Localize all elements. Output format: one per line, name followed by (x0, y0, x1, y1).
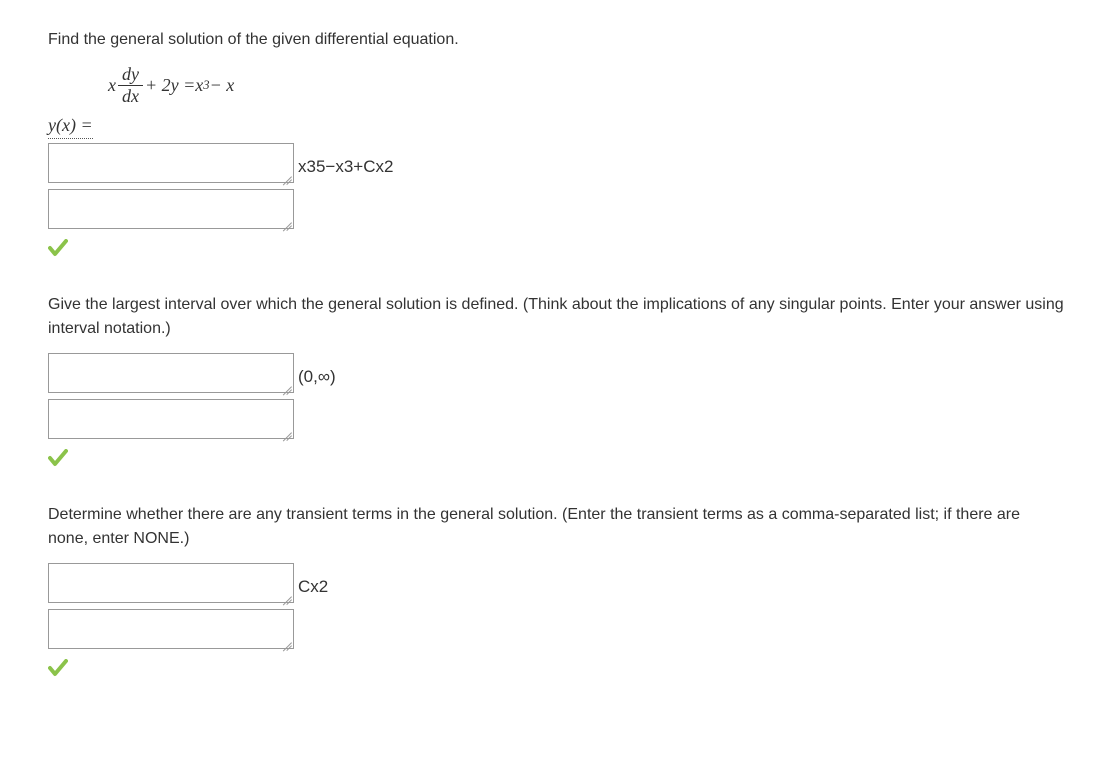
equation-x-coeff: x (108, 75, 116, 96)
question-1-answer-input-2[interactable] (48, 189, 294, 229)
question-2-answer-input-1[interactable] (48, 353, 294, 393)
question-3-answer-value: Cx2 (298, 577, 328, 603)
question-2-answer-group: (0,∞) (48, 353, 1064, 439)
question-2-section: Give the largest interval over which the… (48, 293, 1064, 467)
fraction-denominator: dx (118, 85, 143, 107)
question-1-answer-input-1[interactable] (48, 143, 294, 183)
question-3-answer-group: Cx2 (48, 563, 1064, 649)
differential-equation: x dy dx + 2y = x3 − x (108, 64, 1064, 107)
resize-handle-icon[interactable] (278, 423, 292, 437)
resize-handle-icon[interactable] (278, 377, 292, 391)
resize-handle-icon[interactable] (278, 167, 292, 181)
question-2-answer-value: (0,∞) (298, 367, 336, 393)
question-2-prompt: Give the largest interval over which the… (48, 293, 1064, 341)
question-3-prompt: Determine whether there are any transien… (48, 503, 1064, 551)
equation-fraction: dy dx (118, 64, 143, 107)
resize-handle-icon[interactable] (278, 587, 292, 601)
equation-plus-2y: + 2y = (145, 75, 195, 96)
question-1-answer-group: x35−x3+Cx2 (48, 143, 1064, 229)
question-1-section: Find the general solution of the given d… (48, 28, 1064, 257)
correct-check-icon (48, 449, 1064, 467)
yx-label: y(x) = (48, 115, 93, 139)
question-1-prompt: Find the general solution of the given d… (48, 28, 1064, 52)
correct-check-icon (48, 239, 1064, 257)
question-1-answer-value: x35−x3+Cx2 (298, 157, 393, 183)
question-3-answer-input-1[interactable] (48, 563, 294, 603)
question-3-answer-input-2[interactable] (48, 609, 294, 649)
resize-handle-icon[interactable] (278, 213, 292, 227)
correct-check-icon (48, 659, 1064, 677)
question-3-section: Determine whether there are any transien… (48, 503, 1064, 677)
question-2-answer-input-2[interactable] (48, 399, 294, 439)
equation-minus-x: − x (210, 75, 235, 96)
fraction-numerator: dy (118, 64, 143, 85)
resize-handle-icon[interactable] (278, 633, 292, 647)
